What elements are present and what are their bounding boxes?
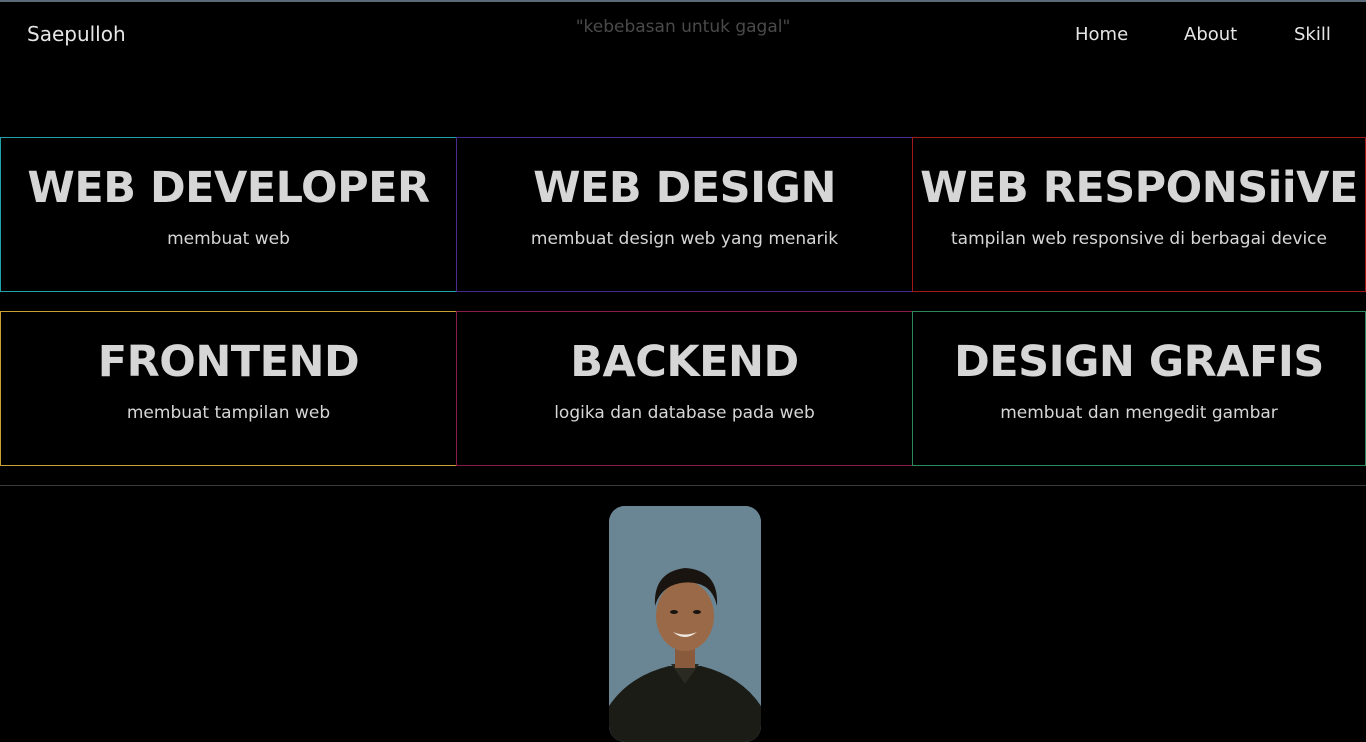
site-header: Saepulloh "kebebasan untuk gagal" Home A…	[0, 2, 1366, 72]
skill-card-backend: BACKEND logika dan database pada web	[456, 311, 913, 466]
skill-title: WEB DEVELOPER	[27, 163, 430, 213]
about-section	[0, 485, 1366, 742]
skill-desc: membuat tampilan web	[126, 403, 331, 423]
skill-title: BACKEND	[570, 337, 799, 387]
skill-title: FRONTEND	[97, 337, 360, 387]
nav-about[interactable]: About	[1184, 24, 1237, 45]
skill-card-web-responsive: WEB RESPONSiiVE tampilan web responsive …	[912, 137, 1366, 292]
skill-card-web-design: WEB DESIGN membuat design web yang menar…	[456, 137, 913, 292]
skill-title: DESIGN GRAFIS	[954, 337, 1324, 387]
skill-desc: membuat design web yang menarik	[530, 229, 839, 249]
skill-title: WEB RESPONSiiVE	[920, 163, 1358, 213]
skill-desc: membuat dan mengedit gambar	[1000, 403, 1278, 423]
skill-title: WEB DESIGN	[533, 163, 836, 213]
nav-home[interactable]: Home	[1075, 24, 1128, 45]
skill-desc: tampilan web responsive di berbagai devi…	[951, 229, 1327, 249]
person-portrait-icon	[609, 506, 761, 742]
tagline: "kebebasan untuk gagal"	[575, 17, 791, 37]
skill-desc: logika dan database pada web	[554, 403, 815, 423]
skill-card-design-grafis: DESIGN GRAFIS membuat dan mengedit gamba…	[912, 311, 1366, 466]
skill-card-web-developer: WEB DEVELOPER membuat web	[0, 137, 457, 292]
skill-desc: membuat web	[167, 229, 290, 249]
profile-photo	[609, 506, 761, 742]
nav-skill[interactable]: Skill	[1294, 24, 1331, 45]
skill-card-frontend: FRONTEND membuat tampilan web	[0, 311, 457, 466]
